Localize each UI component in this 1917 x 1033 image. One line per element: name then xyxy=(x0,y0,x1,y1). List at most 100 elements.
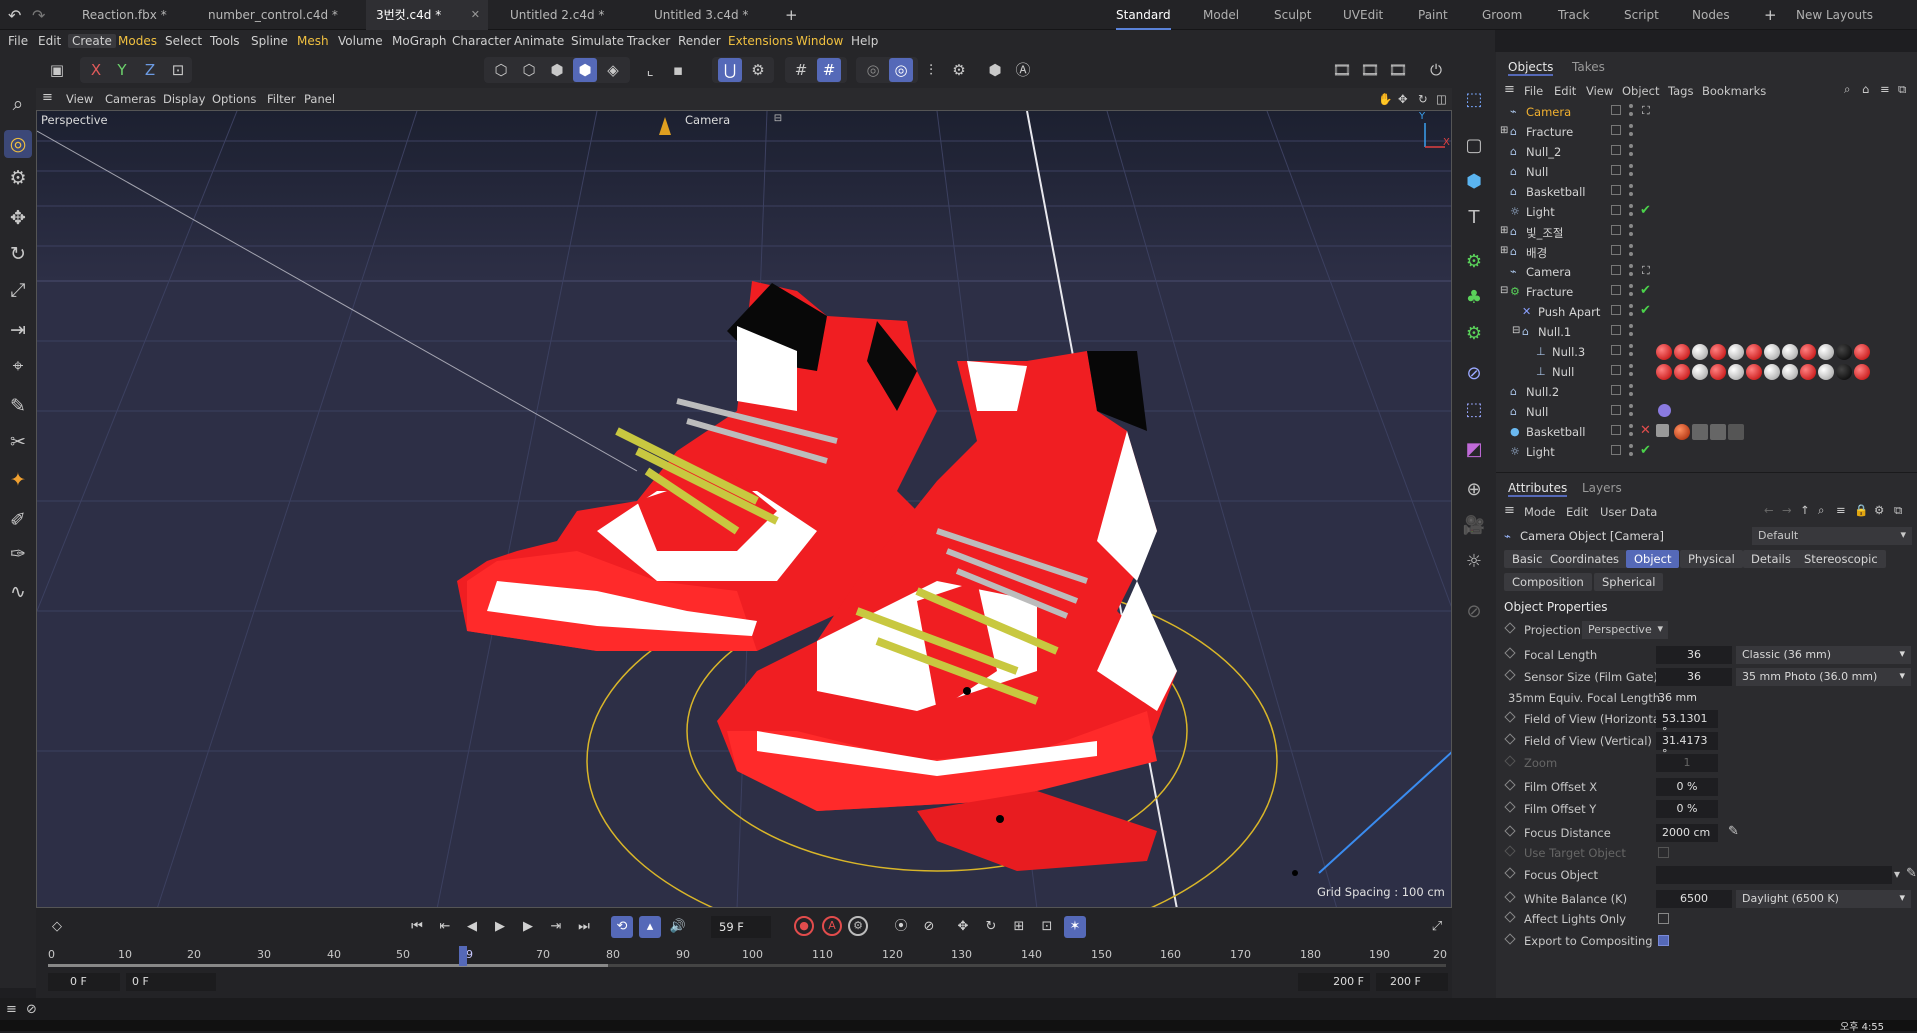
subtab-physical[interactable]: Physical xyxy=(1680,550,1743,568)
layout-track[interactable]: Track xyxy=(1558,0,1589,30)
tag-icon[interactable] xyxy=(1656,424,1669,437)
menu-simulate[interactable]: Simulate xyxy=(571,34,624,48)
power-icon[interactable]: ⏻ xyxy=(1424,58,1448,82)
layout-standard[interactable]: Standard xyxy=(1116,0,1171,30)
prev-frame-icon[interactable]: ◀ xyxy=(461,916,483,938)
expand-icon[interactable]: ⊞ xyxy=(1500,245,1508,256)
layer-flag[interactable] xyxy=(1611,285,1621,295)
vp-menu-options[interactable]: Options xyxy=(212,92,256,106)
next-key-icon[interactable]: ⇥ xyxy=(545,916,567,938)
text-icon[interactable]: T xyxy=(1460,204,1488,232)
focal-length-input[interactable]: 36 xyxy=(1656,646,1732,664)
menu-extensions[interactable]: Extensions xyxy=(728,34,793,48)
new-window-icon[interactable]: ⧉ xyxy=(1898,82,1906,97)
layout-groom[interactable]: Groom xyxy=(1482,0,1522,30)
menu-select[interactable]: Select xyxy=(165,34,202,48)
expand-icon[interactable]: ⊞ xyxy=(1500,225,1508,236)
expand-icon[interactable]: ⊞ xyxy=(1500,125,1508,136)
key-point-icon[interactable]: ⊡ xyxy=(1036,916,1058,938)
new-layouts-button[interactable]: New Layouts xyxy=(1796,0,1873,30)
obj-menu-tags[interactable]: Tags xyxy=(1668,84,1693,98)
close-icon[interactable]: ✕ xyxy=(471,0,480,30)
eyedropper-icon[interactable]: ✎ xyxy=(1728,824,1739,839)
fov-h-input[interactable]: 53.1301 ° xyxy=(1656,710,1718,738)
forward-arrow-icon[interactable]: → xyxy=(1782,503,1792,517)
enabled-check-icon[interactable]: ✔ xyxy=(1640,203,1651,218)
subtab-stereoscopic[interactable]: Stereoscopic xyxy=(1796,550,1886,568)
pick-icon[interactable]: ✎ xyxy=(1906,866,1917,881)
menu-animate[interactable]: Animate xyxy=(514,34,564,48)
cube-outline-icon[interactable]: ▢ xyxy=(1460,132,1488,160)
sculpt-icon[interactable]: ✦ xyxy=(4,466,32,494)
object-row[interactable]: ⌂ Null xyxy=(1496,162,1917,182)
goto-end-icon[interactable]: ⏭ xyxy=(573,916,595,938)
film-offset-y-input[interactable]: 0 % xyxy=(1656,800,1718,818)
key-position-icon[interactable]: ⦿ xyxy=(890,916,912,938)
doc-tab[interactable]: number_control.c4d * xyxy=(198,0,350,30)
enabled-check-icon[interactable]: ✔ xyxy=(1640,303,1651,318)
preview-range-icon[interactable]: ▴ xyxy=(639,916,661,938)
subtab-details[interactable]: Details xyxy=(1743,550,1799,568)
object-row[interactable]: ⌁ Camera ⛶ xyxy=(1496,102,1917,122)
playhead[interactable] xyxy=(459,946,467,966)
scale-tool-icon[interactable]: ⤢ xyxy=(4,276,32,304)
grid-icon[interactable]: # xyxy=(789,58,813,82)
coordinate-system-icon[interactable]: ⊡ xyxy=(166,58,190,82)
collapse-icon[interactable]: ⊟ xyxy=(1500,285,1508,296)
material-tag[interactable] xyxy=(1764,344,1780,360)
obj-menu-bookmarks[interactable]: Bookmarks xyxy=(1702,84,1766,98)
subtab-spherical[interactable]: Spherical xyxy=(1594,573,1664,591)
layout-script[interactable]: Script xyxy=(1624,0,1659,30)
object-row[interactable]: ✕ Push Apart ✔ xyxy=(1496,302,1917,322)
white-balance-input[interactable]: 6500 xyxy=(1656,890,1732,908)
key-rotation-icon[interactable]: ⊘ xyxy=(918,916,940,938)
object-row[interactable]: ⌂ Basketball xyxy=(1496,182,1917,202)
workplane-icon[interactable]: ⌞ xyxy=(638,58,662,82)
material-tag[interactable] xyxy=(1692,344,1708,360)
timeline-ruler[interactable]: 0 10 20 30 40 50 59 70 80 90 100 110 120… xyxy=(48,948,1447,964)
doc-tab[interactable]: Reaction.fbx * xyxy=(72,0,202,30)
key-param-icon[interactable]: ↻ xyxy=(980,916,1002,938)
search-icon[interactable]: ⌕ xyxy=(1844,82,1850,97)
generator-icon[interactable]: ◩ xyxy=(1460,436,1488,464)
target-tag-icon[interactable]: ⛶ xyxy=(1642,264,1650,278)
make-editable-icon[interactable]: ▣ xyxy=(45,58,69,82)
layer-flag[interactable] xyxy=(1611,225,1621,235)
layout-model[interactable]: Model xyxy=(1203,0,1239,30)
fcurve-icon[interactable]: ⤢ xyxy=(1426,916,1448,938)
material-tag[interactable] xyxy=(1710,344,1726,360)
material-tag[interactable] xyxy=(1728,344,1744,360)
end-frame-field[interactable]: 200 F xyxy=(1376,973,1448,991)
subtab-coordinates[interactable]: Coordinates xyxy=(1542,550,1628,568)
menu-volume[interactable]: Volume xyxy=(338,34,383,48)
focus-distance-input[interactable]: 2000 cm xyxy=(1656,824,1718,842)
object-row[interactable]: ⌂ Null xyxy=(1496,402,1917,422)
enabled-check-icon[interactable]: ✔ xyxy=(1640,443,1651,458)
chevron-down-icon[interactable]: ▾ xyxy=(1894,867,1900,881)
filter-icon[interactable]: ≡ xyxy=(1836,503,1846,517)
material-tag[interactable] xyxy=(1692,364,1708,380)
camera-icon[interactable]: 🎥 xyxy=(1460,512,1488,540)
tag-icon[interactable] xyxy=(1658,404,1671,417)
key-grid-icon[interactable]: ✶ xyxy=(1064,916,1086,938)
layer-flag[interactable] xyxy=(1611,405,1621,415)
object-row[interactable]: ☼ Light ✔ xyxy=(1496,202,1917,222)
3d-viewport[interactable]: Perspective Camera ⊟ Y X Grid Spacing : … xyxy=(36,110,1452,908)
material-tag[interactable] xyxy=(1710,424,1726,440)
paint-icon[interactable]: ✑ xyxy=(4,540,32,568)
spline-pen-icon[interactable]: ✎ xyxy=(4,392,32,420)
brush-icon[interactable]: ✐ xyxy=(4,506,32,534)
goto-start-icon[interactable]: ⏮ xyxy=(406,916,428,938)
menu-help[interactable]: Help xyxy=(851,34,878,48)
object-row[interactable]: ⊞ ⌂ 빛_조절 xyxy=(1496,222,1917,242)
doc-tab[interactable]: Untitled 3.c4d * xyxy=(644,0,774,30)
material-tag[interactable] xyxy=(1746,344,1762,360)
object-row[interactable]: ⌁ Camera ⛶ xyxy=(1496,262,1917,282)
material-tag[interactable] xyxy=(1674,424,1690,440)
object-row[interactable]: ☼ Light ✔ xyxy=(1496,442,1917,462)
layer-flag[interactable] xyxy=(1611,205,1621,215)
field-icon[interactable]: ⬚ xyxy=(1460,396,1488,424)
object-row[interactable]: ● Basketball ✕ xyxy=(1496,422,1917,442)
material-tag[interactable] xyxy=(1782,344,1798,360)
layer-flag[interactable] xyxy=(1611,265,1621,275)
